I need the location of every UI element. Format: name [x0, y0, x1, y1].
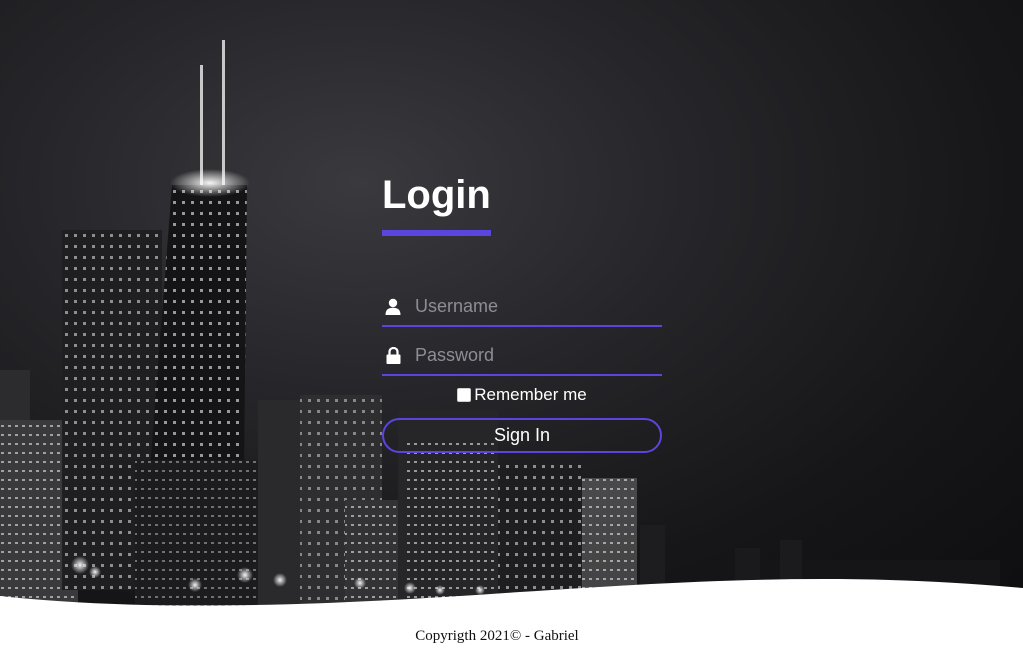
login-title: Login	[382, 173, 491, 217]
user-icon	[382, 296, 404, 316]
password-field	[382, 336, 662, 376]
login-page: Login Remember me	[0, 0, 1023, 658]
title-underline	[382, 230, 491, 236]
remember-me-checkbox[interactable]	[457, 388, 472, 402]
username-field	[382, 287, 662, 327]
remember-me[interactable]: Remember me	[382, 385, 662, 405]
sign-in-label: Sign In	[493, 425, 551, 445]
sign-in-button[interactable]: Sign In	[382, 418, 662, 453]
footer-copyright: Copyrigth 2021© - Gabriel	[415, 628, 579, 644]
username-input[interactable]	[415, 291, 662, 321]
lock-icon	[382, 345, 404, 365]
login-form: Login Remember me	[382, 172, 662, 453]
password-input[interactable]	[415, 340, 662, 370]
remember-me-label: Remember me	[474, 385, 587, 404]
